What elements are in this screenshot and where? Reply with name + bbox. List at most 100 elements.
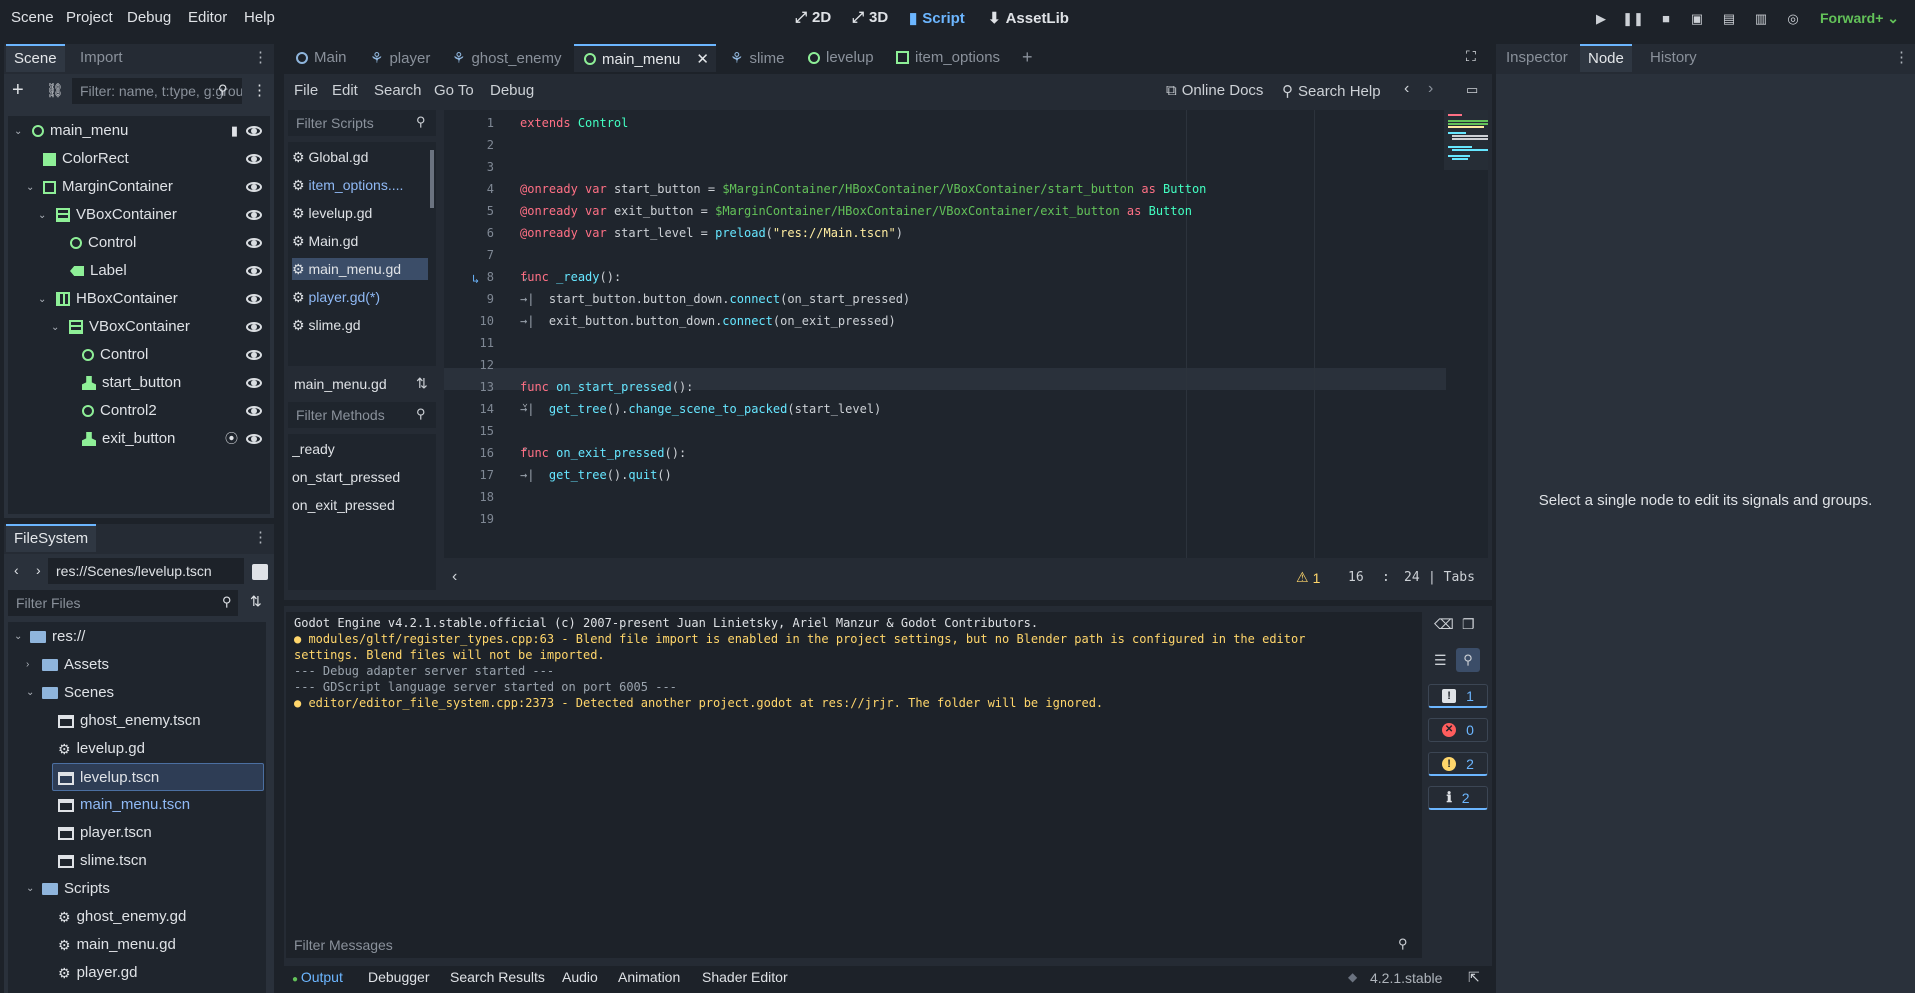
collapse-arrow-icon[interactable]: ⌄ (14, 118, 22, 146)
tree-node-main-menu[interactable]: ⌄ main_menu ▮ (8, 117, 270, 145)
remote-debug-icon[interactable]: ▣ (1686, 9, 1708, 29)
tab-import[interactable]: Import (72, 44, 131, 72)
collapse-arrow-icon[interactable]: ⌄ (26, 679, 34, 707)
file-item-main-menu-tscn[interactable]: main_menu.tscn (8, 791, 266, 819)
tab-inspector[interactable]: Inspector (1498, 44, 1576, 72)
next-script-icon[interactable]: › (1428, 80, 1433, 98)
visibility-eye-icon[interactable] (246, 154, 262, 164)
collapse-arrow-icon[interactable]: ⌄ (26, 174, 34, 202)
filter-scripts-input[interactable] (288, 110, 436, 136)
search-help-button[interactable]: ⚲ Search Help (1282, 82, 1381, 101)
play-icon[interactable]: ▶ (1590, 9, 1612, 29)
file-item-main-menu-gd[interactable]: ⚙ main_menu.gd (8, 931, 266, 959)
tab-search-results[interactable]: Search Results (450, 969, 545, 985)
add-tab-icon[interactable]: + (1022, 47, 1033, 68)
filter-warnings-toggle[interactable]: ! 2 (1428, 752, 1488, 776)
script-item-player[interactable]: ⚙ player.gd(*) (292, 286, 428, 308)
file-item-levelup-gd[interactable]: ⚙ levelup.gd (8, 735, 266, 763)
collapse-arrow-icon[interactable]: ⌄ (14, 623, 22, 651)
tree-node-control[interactable]: Control (8, 229, 270, 257)
tab-slime[interactable]: ⚘ slime (730, 49, 784, 68)
script-item-item-options[interactable]: ⚙ item_options.... (292, 174, 428, 196)
search-toggle-icon[interactable]: ⚲ (1456, 648, 1480, 672)
tab-main-menu[interactable]: main_menu ✕ (574, 44, 716, 72)
scene-filter-input[interactable] (72, 78, 242, 104)
tab-scene[interactable]: Scene (6, 44, 65, 72)
tree-node-exit-button[interactable]: exit_button ⦿ (8, 425, 270, 453)
script-menu-goto[interactable]: Go To (434, 82, 474, 99)
filter-messages-toggle[interactable]: ! 1 (1428, 684, 1488, 708)
scrollbar[interactable] (430, 150, 434, 208)
back-icon[interactable]: ‹ (14, 562, 19, 578)
menu-debug[interactable]: Debug (127, 9, 171, 26)
script-menu-file[interactable]: File (294, 82, 318, 99)
code-area[interactable]: 1 2 3 4 5 6 7 8 9 10 11 12 13 14 15 16 1… (444, 110, 1488, 558)
visibility-eye-icon[interactable] (246, 266, 262, 276)
movie-maker-icon[interactable]: ◎ (1782, 9, 1804, 29)
tab-player[interactable]: ⚘ player (370, 49, 430, 68)
dock-menu-icon[interactable]: ⋮ (253, 48, 268, 66)
tree-node-label[interactable]: Label (8, 257, 270, 285)
script-menu-debug[interactable]: Debug (490, 82, 534, 99)
tree-node-hboxcontainer[interactable]: ⌄ HBoxContainer (8, 285, 270, 313)
collapse-arrow-icon[interactable]: ⌄ (38, 202, 46, 230)
tab-item-options[interactable]: item_options (896, 49, 1000, 66)
tab-node[interactable]: Node (1580, 44, 1632, 72)
dock-menu-icon[interactable]: ⋮ (253, 528, 268, 546)
play-custom-scene-icon[interactable]: ▥ (1750, 9, 1772, 29)
dock-menu-icon[interactable]: ⋮ (1894, 48, 1909, 66)
tree-node-colorrect[interactable]: ColorRect (8, 145, 270, 173)
sort-icon[interactable]: ⇅ (250, 593, 262, 610)
method-item-on-start-pressed[interactable]: on_start_pressed (292, 466, 432, 488)
script-attached-icon[interactable]: ▮ (231, 117, 238, 145)
filter-methods-input[interactable] (288, 402, 436, 428)
script-menu-edit[interactable]: Edit (332, 82, 358, 99)
expand-panel-icon[interactable]: ⇱ (1468, 969, 1480, 986)
file-item-scenes[interactable]: ⌄ Scenes (8, 679, 266, 707)
minimap[interactable] (1444, 110, 1488, 170)
tree-node-start-button[interactable]: start_button (8, 369, 270, 397)
tab-animation[interactable]: Animation (618, 969, 680, 985)
tab-levelup[interactable]: levelup (808, 49, 874, 66)
script-item-global[interactable]: ⚙ Global.gd (292, 146, 428, 168)
tree-node-margincontainer[interactable]: ⌄ MarginContainer (8, 173, 270, 201)
tab-shader-editor[interactable]: Shader Editor (702, 969, 788, 985)
menu-editor[interactable]: Editor (188, 9, 227, 26)
script-item-slime[interactable]: ⚙ slime.gd (292, 314, 428, 336)
visibility-eye-icon[interactable] (246, 210, 262, 220)
script-menu-search[interactable]: Search (374, 82, 422, 99)
prev-script-icon[interactable]: ‹ (1404, 80, 1409, 98)
visibility-eye-icon[interactable] (246, 434, 262, 444)
script-item-levelup[interactable]: ⚙ levelup.gd (292, 202, 428, 224)
pause-icon[interactable]: ❚❚ (1622, 9, 1644, 29)
visibility-eye-icon[interactable] (246, 294, 262, 304)
visibility-eye-icon[interactable] (246, 406, 262, 416)
file-item-assets[interactable]: › Assets (8, 651, 266, 679)
renderer-selector[interactable]: Forward+ ⌄ (1820, 10, 1899, 27)
tree-node-control-2[interactable]: Control (8, 341, 270, 369)
file-item-res[interactable]: ⌄ res:// (8, 623, 266, 651)
visibility-eye-icon[interactable] (246, 182, 262, 192)
tab-filesystem[interactable]: FileSystem (6, 524, 97, 552)
collapse-arrow-icon[interactable]: ⌄ (51, 314, 59, 342)
sort-icon[interactable]: ⇅ (416, 375, 428, 392)
file-item-levelup-tscn[interactable]: levelup.tscn (52, 763, 264, 791)
workspace-script[interactable]: ▮ Script (909, 9, 965, 28)
file-item-ghost-enemy-gd[interactable]: ⚙ ghost_enemy.gd (8, 903, 266, 931)
filter-messages-input[interactable] (286, 932, 1422, 958)
file-item-ghost-enemy-tscn[interactable]: ghost_enemy.tscn (8, 707, 266, 735)
tab-history[interactable]: History (1642, 44, 1705, 72)
file-item-player-tscn[interactable]: player.tscn (8, 819, 266, 847)
workspace-2d[interactable]: ⤢ 2D (795, 9, 831, 26)
toggle-scripts-panel-icon[interactable]: ‹ (452, 568, 457, 586)
method-item-ready[interactable]: _ready (292, 438, 432, 460)
link-icon[interactable]: ⛓ (46, 82, 64, 99)
visibility-eye-icon[interactable] (246, 350, 262, 360)
scene-options-icon[interactable]: ⋮ (252, 81, 267, 99)
filesystem-filter-input[interactable] (8, 590, 238, 616)
tree-node-control2[interactable]: Control2 (8, 397, 270, 425)
connected-signal-icon[interactable]: ↳ (472, 272, 479, 286)
menu-project[interactable]: Project (66, 9, 113, 26)
collapse-arrow-icon[interactable]: ⌄ (26, 875, 34, 903)
expand-arrow-icon[interactable]: › (26, 651, 29, 679)
